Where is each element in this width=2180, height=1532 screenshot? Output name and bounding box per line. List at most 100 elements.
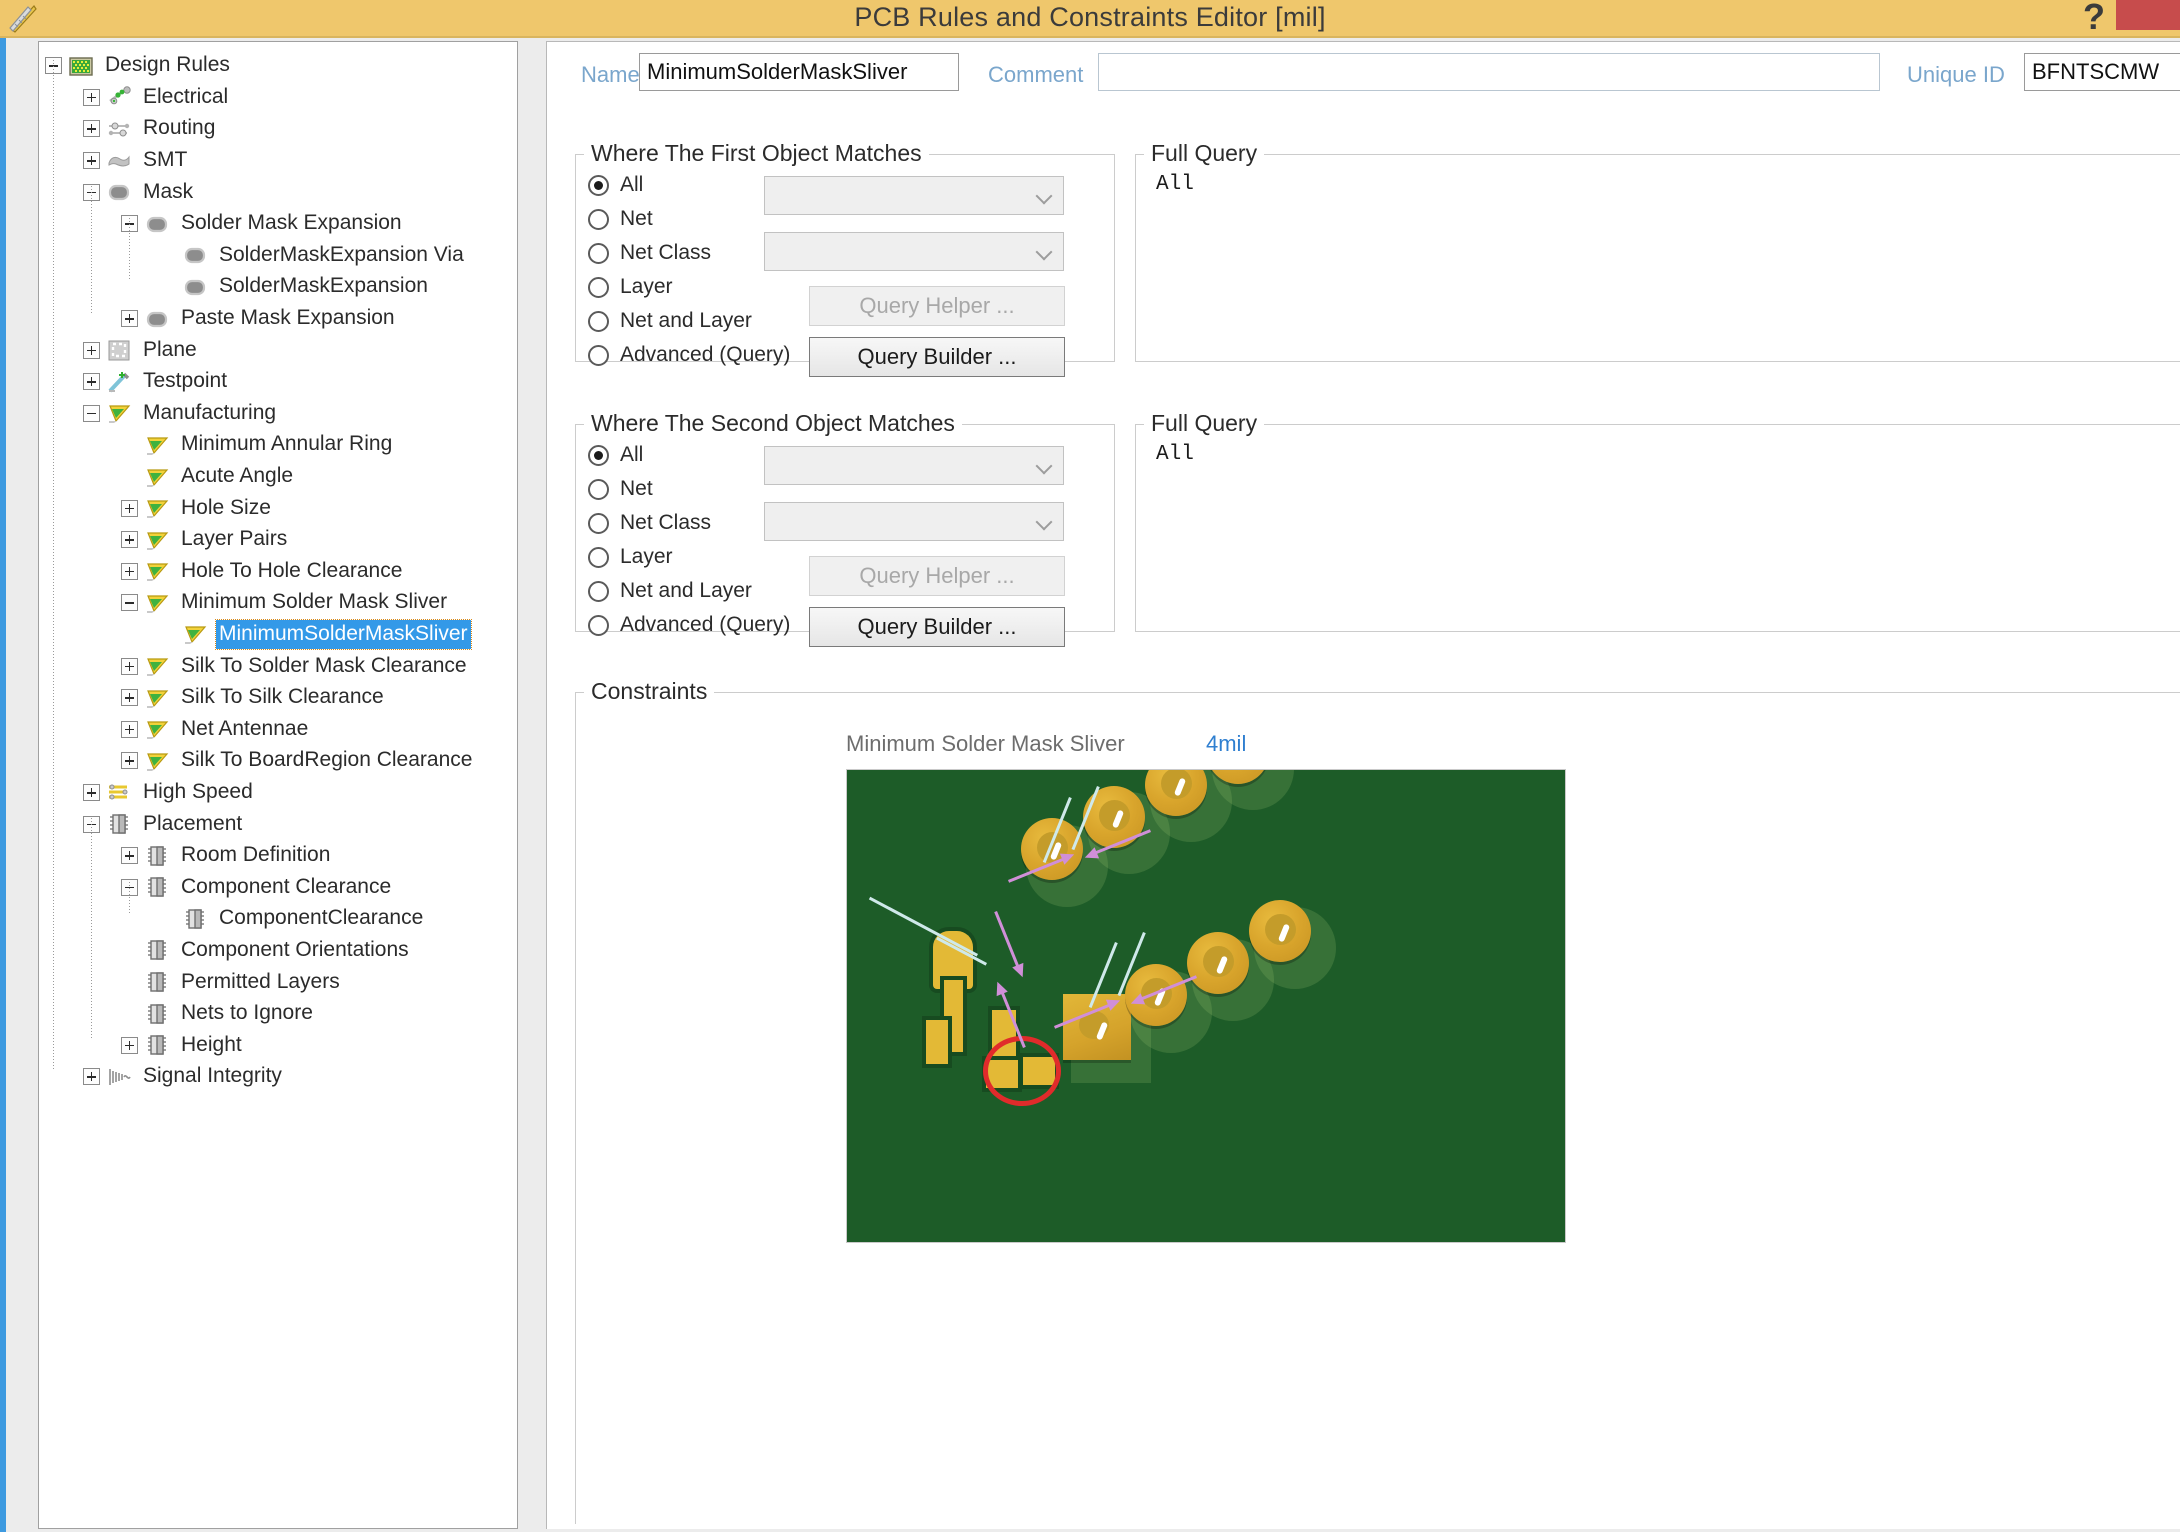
tree-item-smt[interactable]: SMT [45,145,517,177]
collapse-icon[interactable] [83,404,100,422]
tree-item-silk-to-solder-mask-clearance[interactable]: Silk To Solder Mask Clearance [45,650,517,682]
tree-item-soldermaskexpansion-via[interactable]: SolderMaskExpansion Via [45,240,517,272]
name-input[interactable]: MinimumSolderMaskSliver [639,53,959,91]
first-radio-all[interactable]: All [588,173,643,197]
placement-icon [145,845,171,867]
constraints-groupbox: Constraints Minimum Solder Mask Sliver 4… [575,678,2180,1524]
tree-item-label: Hole Size [181,495,271,519]
collapse-icon[interactable] [121,594,138,612]
tree-item-minimum-annular-ring[interactable]: Minimum Annular Ring [45,429,517,461]
second-radio-all[interactable]: All [588,443,643,467]
second-radio-advanced-query[interactable]: Advanced (Query) [588,613,790,637]
tree-item-mask[interactable]: Mask [45,176,517,208]
first-radio-advanced-query[interactable]: Advanced (Query) [588,343,790,367]
second-query-helper-button[interactable]: Query Helper ... [809,556,1065,596]
first-radio-layer[interactable]: Layer [588,275,673,299]
placement-icon [145,971,171,993]
second-radio-net-and-layer[interactable]: Net and Layer [588,579,752,603]
tree-item-plane[interactable]: Plane [45,334,517,366]
expand-icon[interactable] [83,1068,100,1086]
tree-item-design-rules[interactable]: Design Rules [45,50,517,82]
tree-item-minimumsoldermasksliver[interactable]: MinimumSolderMaskSliver [45,618,517,651]
tree-item-silk-to-silk-clearance[interactable]: Silk To Silk Clearance [45,682,517,714]
tree-item-label: Manufacturing [143,400,277,424]
expand-icon[interactable] [83,88,100,106]
tree-item-solder-mask-expansion[interactable]: Solder Mask Expansion [45,208,517,240]
tree-item-manufacturing[interactable]: Manufacturing [45,398,517,430]
first-radio-net-and-layer[interactable]: Net and Layer [588,309,752,333]
second-net-class-combo[interactable] [764,502,1064,541]
radio-indicator [588,444,609,466]
first-radio-net-class[interactable]: Net Class [588,241,711,265]
tree-item-nets-to-ignore[interactable]: Nets to Ignore [45,998,517,1030]
tree-item-high-speed[interactable]: High Speed [45,777,517,809]
tree-item-label: MinimumSolderMaskSliver [215,618,472,650]
tree-item-room-definition[interactable]: Room Definition [45,840,517,872]
close-button[interactable] [2116,0,2180,30]
placement-icon [183,908,209,930]
tree-item-hole-to-hole-clearance[interactable]: Hole To Hole Clearance [45,556,517,588]
tree-item-label: Room Definition [181,843,331,867]
expand-icon[interactable] [121,752,138,770]
tree-item-layer-pairs[interactable]: Layer Pairs [45,524,517,556]
manufacturing-icon [145,718,171,740]
expand-icon[interactable] [83,341,100,359]
tree-item-component-orientations[interactable]: Component Orientations [45,935,517,967]
placement-icon [107,813,133,835]
plane-icon [107,339,133,361]
second-net-combo[interactable] [764,446,1064,485]
placement-icon [145,939,171,961]
first-net-class-combo[interactable] [764,232,1064,271]
tree-item-hole-size[interactable]: Hole Size [45,492,517,524]
tree-guide-line [129,218,130,282]
tree-item-net-antennae[interactable]: Net Antennae [45,713,517,745]
tree-item-minimum-solder-mask-sliver[interactable]: Minimum Solder Mask Sliver [45,587,517,619]
tree-item-placement[interactable]: Placement [45,808,517,840]
expand-icon[interactable] [121,689,138,707]
first-radio-net[interactable]: Net [588,207,653,231]
placement-icon [145,1003,171,1025]
tree-item-electrical[interactable]: Electrical [45,82,517,114]
tree-item-paste-mask-expansion[interactable]: Paste Mask Expansion [45,303,517,335]
expand-icon[interactable] [83,152,100,170]
tree-item-height[interactable]: Height [45,1029,517,1061]
unique-id-input[interactable]: BFNTSCMW [2024,53,2180,91]
expand-icon[interactable] [121,310,138,328]
tree-item-componentclearance[interactable]: ComponentClearance [45,903,517,935]
help-icon[interactable]: ? [2083,0,2105,36]
tree-item-component-clearance[interactable]: Component Clearance [45,871,517,903]
expand-icon[interactable] [83,783,100,801]
constraint-rule-value[interactable]: 4mil [1206,731,1246,757]
second-radio-net[interactable]: Net [588,477,653,501]
radio-indicator [588,174,609,196]
expand-icon[interactable] [83,373,100,391]
expand-icon[interactable] [121,562,138,580]
tree-item-acute-angle[interactable]: Acute Angle [45,461,517,493]
tree-item-permitted-layers[interactable]: Permitted Layers [45,966,517,998]
expand-icon[interactable] [121,531,138,549]
tree-item-signal-integrity[interactable]: Signal Integrity [45,1061,517,1093]
first-query-builder-button[interactable]: Query Builder ... [809,337,1065,377]
tree-item-routing[interactable]: Routing [45,113,517,145]
tree-item-soldermaskexpansion[interactable]: SolderMaskExpansion [45,271,517,303]
expand-icon[interactable] [121,847,138,865]
tree-item-label: SolderMaskExpansion Via [219,242,464,266]
manufacturing-icon [145,655,171,677]
second-query-builder-button[interactable]: Query Builder ... [809,607,1065,647]
design-rules-tree-panel[interactable]: Design Rules Electrical Routing SMT Mask Sold… [38,41,518,1529]
first-net-combo[interactable] [764,176,1064,215]
expand-icon[interactable] [121,657,138,675]
expand-icon[interactable] [121,1036,138,1054]
comment-input[interactable] [1098,53,1880,91]
second-radio-layer[interactable]: Layer [588,545,673,569]
expand-icon[interactable] [83,120,100,138]
first-query-helper-button[interactable]: Query Helper ... [809,286,1065,326]
tree-item-silk-to-boardregion-clearance[interactable]: Silk To BoardRegion Clearance [45,745,517,777]
constraint-rule-label: Minimum Solder Mask Sliver [846,731,1125,756]
second-radio-net-class[interactable]: Net Class [588,511,711,535]
expand-icon[interactable] [121,720,138,738]
expand-icon[interactable] [121,499,138,517]
radio-label: Net and Layer [620,309,752,332]
tree-item-testpoint[interactable]: Testpoint [45,366,517,398]
